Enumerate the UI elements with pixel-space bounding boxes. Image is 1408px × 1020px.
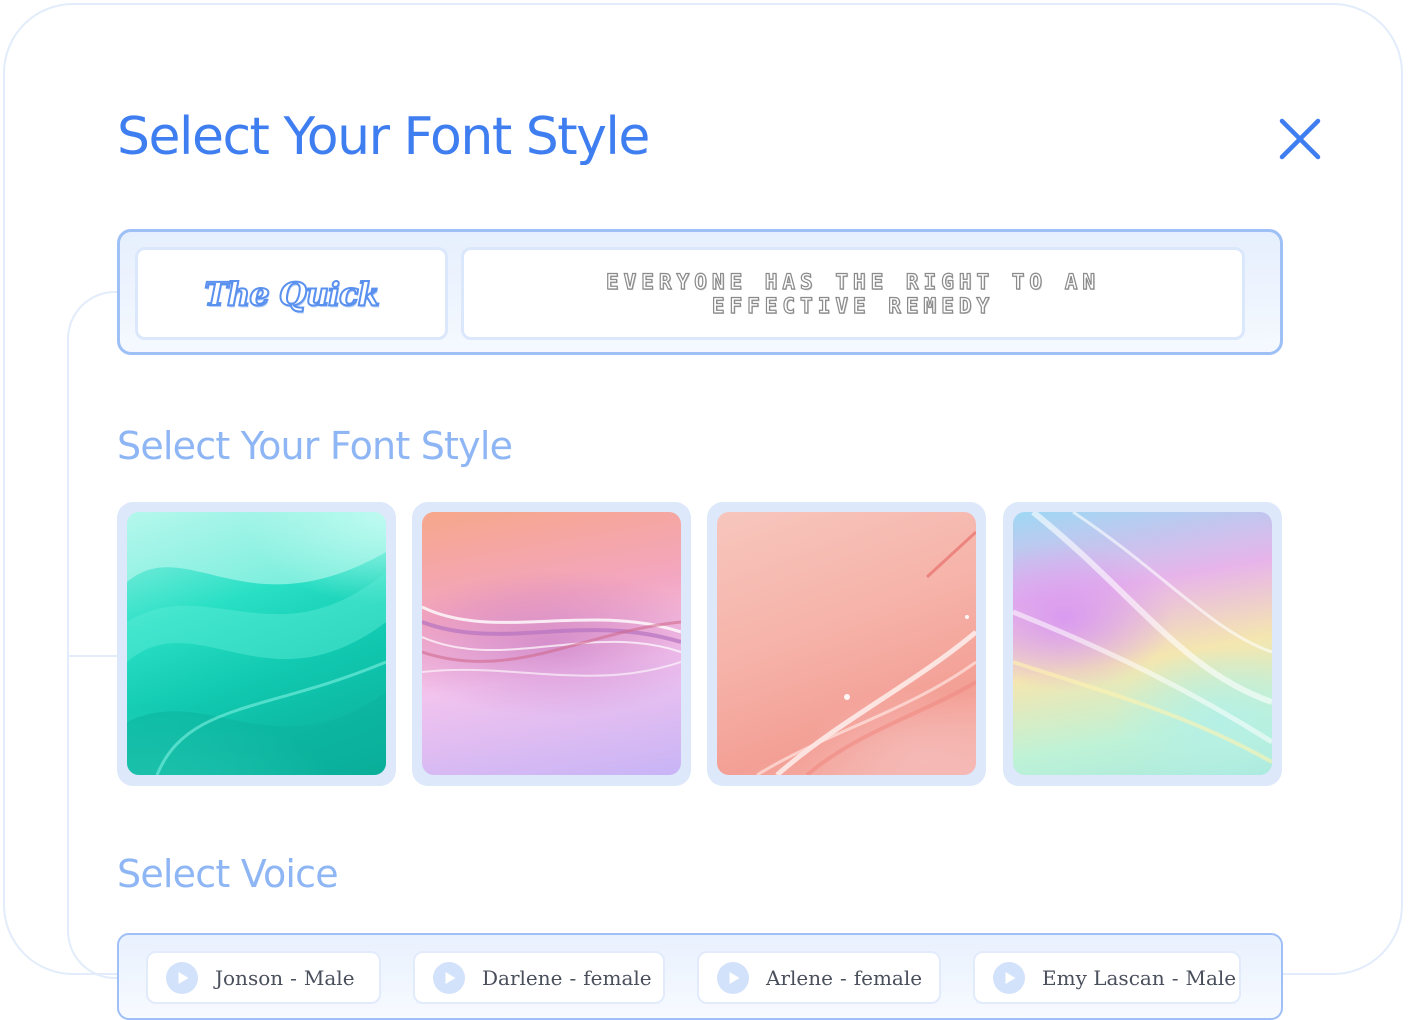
background-image <box>1013 512 1272 775</box>
voice-label: Darlene - female <box>482 965 652 990</box>
play-icon <box>166 961 198 994</box>
dialog-title: Select Your Font Style <box>117 107 650 167</box>
font-sample-text: EVERYONE HAS THE RIGHT TO AN EFFECTIVE R… <box>605 269 1100 318</box>
voice-option-arlene[interactable]: Arlene - female <box>697 951 941 1004</box>
voice-option-emy-lascan[interactable]: Emy Lascan - Male <box>973 951 1241 1004</box>
play-icon <box>993 961 1025 994</box>
play-icon <box>433 961 465 994</box>
play-icon <box>717 961 749 994</box>
background-tile-silk[interactable] <box>412 502 691 786</box>
font-option-remedy[interactable]: EVERYONE HAS THE RIGHT TO AN EFFECTIVE R… <box>461 247 1245 340</box>
connector-tick <box>69 655 118 657</box>
background-tile-holo[interactable] <box>1003 502 1282 786</box>
font-sample-text: The Quick <box>203 274 381 314</box>
background-tile-teal[interactable] <box>117 502 396 786</box>
voice-section-label: Select Voice <box>117 852 339 896</box>
voice-label: Arlene - female <box>766 965 923 990</box>
background-section-label: Select Your Font Style <box>117 424 513 468</box>
close-button[interactable] <box>1274 113 1326 165</box>
voice-panel: Jonson - Male Darlene - female Arlene - female… <box>117 933 1283 1020</box>
background-image <box>127 512 386 775</box>
background-image <box>717 512 976 775</box>
voice-option-darlene[interactable]: Darlene - female <box>413 951 665 1004</box>
close-icon <box>1279 118 1321 160</box>
voice-label: Emy Lascan - Male <box>1042 965 1237 990</box>
background-image <box>422 512 681 775</box>
voice-option-jonson[interactable]: Jonson - Male <box>146 951 381 1004</box>
background-tile-peach[interactable] <box>707 502 986 786</box>
font-option-quick[interactable]: The Quick <box>135 247 448 340</box>
font-style-panel: The Quick EVERYONE HAS THE RIGHT TO AN E… <box>117 229 1283 355</box>
voice-label: Jonson - Male <box>215 965 355 990</box>
